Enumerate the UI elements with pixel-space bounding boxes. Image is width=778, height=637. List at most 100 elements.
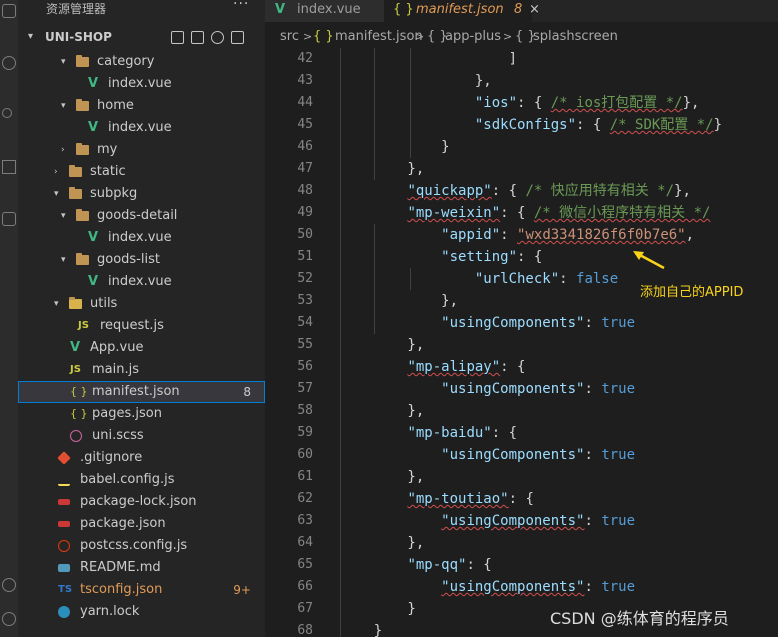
- folder-icon: [76, 253, 89, 265]
- tree-item-tsconfig-json[interactable]: TS tsconfig.json 9+: [18, 579, 265, 601]
- npm-icon: [58, 521, 70, 527]
- tree-item-index-vue[interactable]: Vindex.vue: [18, 227, 265, 249]
- tab-index-vue[interactable]: V index.vue: [265, 0, 384, 22]
- breadcrumb-src[interactable]: src: [280, 26, 299, 48]
- tree-item-label: subpkg: [90, 186, 138, 201]
- tab-manifest-json[interactable]: { } manifest.json 8 ×: [384, 0, 540, 22]
- tree-item-label: goods-list: [97, 252, 160, 267]
- code-editor[interactable]: 42 43 44 45 46 47 48 49 50 51 52 53 54 55 56 57 58 59 60 61…: [265, 48, 778, 637]
- tree-item-label: my: [97, 142, 118, 157]
- chevron-down-icon: ▾: [61, 255, 66, 265]
- problem-count-badge: 9+: [233, 583, 251, 597]
- tree-item-index-vue[interactable]: Vindex.vue: [18, 73, 265, 95]
- tree-item-label: package.json: [80, 516, 166, 531]
- workspace-root[interactable]: ▾ UNI-SHOP: [18, 26, 265, 48]
- code-line: "setting": {: [441, 249, 543, 265]
- vue-icon: V: [88, 120, 99, 135]
- tab-label: index.vue: [297, 2, 361, 17]
- line-number: 60: [297, 447, 313, 462]
- settings-gear-icon[interactable]: [2, 612, 16, 626]
- account-icon[interactable]: [2, 578, 16, 592]
- git-icon: [57, 451, 71, 465]
- tree-item-label: request.js: [100, 318, 164, 333]
- breadcrumb-manifest[interactable]: manifest.json: [335, 26, 423, 48]
- folder-icon: [76, 55, 89, 67]
- tree-item-label: babel.config.js: [80, 472, 175, 487]
- tree-item-index-vue[interactable]: Vindex.vue: [18, 117, 265, 139]
- tree-item-package-json[interactable]: package.json: [18, 513, 265, 535]
- line-number: 52: [297, 271, 313, 286]
- vue-icon: V: [88, 274, 99, 289]
- folder-icon: [69, 297, 82, 309]
- chevron-right-icon: >: [415, 30, 425, 43]
- source-control-icon[interactable]: [2, 108, 12, 118]
- tree-item-label: static: [90, 164, 126, 179]
- line-number: 50: [297, 227, 313, 242]
- line-number: 57: [297, 381, 313, 396]
- code-line: },: [340, 337, 425, 353]
- refresh-icon[interactable]: [211, 31, 224, 44]
- line-number: 58: [297, 403, 313, 418]
- tree-item-label: index.vue: [108, 274, 172, 289]
- line-number: 67: [297, 601, 313, 616]
- tree-item-goods-detail[interactable]: ▾ goods-detail: [18, 205, 265, 227]
- line-number: 59: [297, 425, 313, 440]
- tree-item-postcss-config-js[interactable]: postcss.config.js: [18, 535, 265, 557]
- tree-item-pages-json[interactable]: { } pages.json: [18, 403, 265, 425]
- line-number: 66: [297, 579, 313, 594]
- code-line: "mp-toutiao": {: [407, 491, 534, 507]
- breadcrumb-app-plus[interactable]: app-plus: [445, 26, 501, 48]
- code-line: },: [340, 469, 425, 485]
- appid-annotation: 添加自己的APPID: [640, 285, 744, 300]
- vue-icon: V: [88, 230, 99, 245]
- tree-item-label: index.vue: [108, 76, 172, 91]
- tree-item-yarn-lock[interactable]: yarn.lock: [18, 601, 265, 623]
- code-line: },: [340, 161, 425, 177]
- tree-item-manifest-json[interactable]: { } manifest.json 8: [18, 381, 265, 403]
- more-actions-icon[interactable]: ···: [233, 0, 249, 12]
- tree-item-my[interactable]: › my: [18, 139, 265, 161]
- explorer-icon[interactable]: [2, 4, 16, 18]
- chevron-down-icon: ▾: [28, 31, 34, 42]
- line-number: 44: [297, 95, 313, 110]
- tree-item-request-js[interactable]: JS request.js: [18, 315, 265, 337]
- code-line: "usingComponents": true: [441, 381, 636, 397]
- extensions-icon[interactable]: [2, 212, 16, 226]
- line-number: 65: [297, 557, 313, 572]
- tree-item-index-vue[interactable]: Vindex.vue: [18, 271, 265, 293]
- tree-item-category[interactable]: ▾ category: [18, 51, 265, 73]
- tree-item-static[interactable]: › static: [18, 161, 265, 183]
- new-file-icon[interactable]: [171, 31, 184, 44]
- run-debug-icon[interactable]: [2, 160, 16, 174]
- breadcrumb-splashscreen[interactable]: splashscreen: [533, 26, 618, 48]
- chevron-right-icon: ›: [61, 145, 65, 155]
- tree-item-label: uni.scss: [92, 428, 144, 443]
- code-line: "appid": "wxd3341826f6f0b7e6",: [441, 227, 695, 243]
- line-number: 63: [297, 513, 313, 528]
- tree-item-uni-scss[interactable]: uni.scss: [18, 425, 265, 447]
- tree-item-goods-list[interactable]: ▾ goods-list: [18, 249, 265, 271]
- tree-item-home[interactable]: ▾ home: [18, 95, 265, 117]
- tree-item-label: postcss.config.js: [80, 538, 188, 553]
- tree-item-subpkg[interactable]: ▾ subpkg: [18, 183, 265, 205]
- new-folder-icon[interactable]: [191, 31, 204, 44]
- search-icon[interactable]: [2, 56, 16, 70]
- tree-item-app-vue[interactable]: V App.vue: [18, 337, 265, 359]
- code-line: "usingComponents": true: [441, 579, 636, 595]
- tree-item-babel-config-js[interactable]: babel.config.js: [18, 469, 265, 491]
- code-line: },: [340, 535, 425, 551]
- tree-item-package-lock-json[interactable]: package-lock.json: [18, 491, 265, 513]
- tree-item-utils[interactable]: ▾ utils: [18, 293, 265, 315]
- tree-item-main-js[interactable]: JS main.js: [18, 359, 265, 381]
- tree-item-label: manifest.json: [92, 384, 180, 399]
- line-number: 61: [297, 469, 313, 484]
- code-line: "mp-qq": {: [407, 557, 492, 573]
- tree-item--gitignore[interactable]: .gitignore: [18, 447, 265, 469]
- close-icon[interactable]: ×: [529, 0, 540, 20]
- code-line: "mp-baidu": {: [407, 425, 518, 441]
- workspace-name: UNI-SHOP: [45, 30, 112, 44]
- tree-item-readme-md[interactable]: README.md: [18, 557, 265, 579]
- activity-bar: [0, 0, 18, 637]
- collapse-all-icon[interactable]: [231, 31, 244, 44]
- problem-count-badge: 8: [514, 2, 523, 17]
